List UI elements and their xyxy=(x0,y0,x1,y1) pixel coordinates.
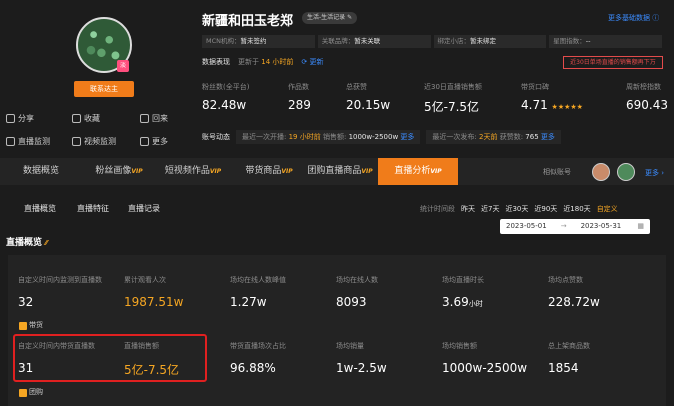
rating-stars: ★★★★★ xyxy=(551,103,583,111)
period-selector: 统计时间段 昨天 近7天 近30天 近90天 近180天 自定义 xyxy=(420,204,618,214)
group-buy-icon xyxy=(19,388,27,397)
shop-info: 绑定小店：暂未绑定 xyxy=(433,35,547,48)
data-performance-row: 数据表现 更新于 14 小时前 ⟳ 更新 xyxy=(202,57,324,67)
stat-cell: 场均在线人数峰值 1.27w xyxy=(230,276,286,309)
metric-works: 作品数 289 xyxy=(288,83,311,112)
similar-more-link[interactable]: 更多 › xyxy=(645,168,664,178)
stat-cell: 场均点赞数 228.72w xyxy=(548,276,600,309)
tab-group-buy[interactable]: 团购直播商品VIP xyxy=(302,158,378,185)
period-30d[interactable]: 近30天 xyxy=(505,204,528,214)
similar-accounts-label: 相似账号 xyxy=(543,168,571,176)
metric-fans: 粉丝数(全平台) 82.48w xyxy=(202,83,250,112)
favorite-button[interactable]: 收藏 xyxy=(72,113,100,124)
tab-short-video[interactable]: 短视频作品VIP xyxy=(160,158,226,185)
stat-cell: 带货直播场次占比 96.88% xyxy=(230,342,286,375)
refresh-button[interactable]: ⟳ 更新 xyxy=(301,57,323,67)
period-yesterday[interactable]: 昨天 xyxy=(461,204,475,214)
metric-index: 周新榜指数 690.43 xyxy=(626,83,668,112)
goods-icon xyxy=(19,321,27,330)
refresh-icon: ⟳ xyxy=(301,58,308,66)
info-bar: MCN机构：暂未签约 关联品牌：暂未关联 绑定小店：暂未绑定 星图指数：-- xyxy=(202,35,662,48)
data-performance-label: 数据表现 xyxy=(202,58,230,66)
period-90d[interactable]: 近90天 xyxy=(534,204,557,214)
video-monitor-button[interactable]: 视频监测 xyxy=(72,136,116,147)
stats-row-1: 自定义时间内监测到直播数 32 累计观看人次 1987.51w 场均在线人数峰值 1.… xyxy=(8,275,644,309)
stat-cell: 场均在线人数 8093 xyxy=(336,276,378,309)
period-7d[interactable]: 近7天 xyxy=(481,204,499,214)
post-more-link[interactable]: 更多 xyxy=(541,133,555,141)
edit-icon: ✎ xyxy=(347,14,353,21)
stat-cell: 自定义时间内监测到直播数 32 xyxy=(18,276,102,309)
account-name: 新疆和田玉老郑 xyxy=(202,14,294,29)
avatar-badge: 淡 xyxy=(117,60,129,72)
tab-overview[interactable]: 数据概览 xyxy=(10,158,72,185)
mcn-info: MCN机构：暂未签约 xyxy=(202,35,315,48)
tab-goods[interactable]: 带货商品VIP xyxy=(234,158,304,185)
tab-live-analysis[interactable]: 直播分析VIP xyxy=(378,158,458,185)
stat-cell: 场均销量 1w-2.5w xyxy=(336,342,387,375)
video-icon xyxy=(72,137,81,146)
more-icon xyxy=(140,137,149,146)
live-more-link[interactable]: 更多 xyxy=(400,133,414,141)
highlight-box xyxy=(13,334,207,382)
similar-account-avatar[interactable] xyxy=(592,163,610,181)
contact-button[interactable]: 联系达主 xyxy=(74,81,134,97)
info-icon: ⓘ xyxy=(652,14,660,22)
share-icon xyxy=(6,114,15,123)
metric-reputation: 带货口碑 4.71 ★★★★★ xyxy=(521,83,583,112)
similar-account-avatar[interactable] xyxy=(617,163,635,181)
period-custom[interactable]: 自定义 xyxy=(597,204,618,214)
category-tag[interactable]: 生活-生活记录 ✎ xyxy=(302,12,358,24)
back-button[interactable]: 回来 xyxy=(140,113,168,124)
date-end[interactable]: 2023-05-31 xyxy=(581,219,622,234)
date-range-picker[interactable]: 2023-05-01 → 2023-05-31 ▦ xyxy=(500,219,650,234)
stat-cell: 场均直播时长 3.69小时 xyxy=(442,276,484,309)
back-icon xyxy=(140,114,149,123)
brand-info: 关联品牌：暂未关联 xyxy=(317,35,431,48)
account-dynamics: 账号动态 最近一次开播: 19 小时前 销售额: 1000w-2500w 更多 … xyxy=(202,130,561,144)
share-button[interactable]: 分享 xyxy=(6,113,34,124)
subtab-live-features[interactable]: 直播特征 xyxy=(77,203,109,214)
subtab-live-records[interactable]: 直播记录 xyxy=(128,203,160,214)
live-monitor-button[interactable]: 直播监测 xyxy=(6,136,50,147)
decor-icon: ⁄⁄ xyxy=(45,239,48,247)
more-actions-button[interactable]: 更多 xyxy=(140,136,168,147)
star-icon xyxy=(72,114,81,123)
chevron-right-icon: › xyxy=(659,169,665,177)
period-180d[interactable]: 近180天 xyxy=(563,204,590,214)
calendar-icon: ▦ xyxy=(637,222,644,230)
subtab-live-overview[interactable]: 直播概览 xyxy=(24,203,56,214)
tag-daihuo: 带货 xyxy=(19,319,47,332)
stat-cell: 总上架商品数 1854 xyxy=(548,342,590,375)
warning-badge: 近30日单场直播的销售额再下万 xyxy=(563,56,663,69)
metric-live-sales: 近30日直播销售额 5亿-7.5亿 xyxy=(424,83,482,114)
date-start[interactable]: 2023-05-01 xyxy=(506,219,547,234)
monitor-icon xyxy=(6,137,15,146)
tag-tuangou: 团购 xyxy=(19,386,47,399)
more-basic-data-link[interactable]: 更多基础数据 ⓘ xyxy=(608,13,659,23)
metric-likes: 总获赞 20.15w xyxy=(346,83,391,112)
stat-cell: 累计观看人次 1987.51w xyxy=(124,276,184,309)
tab-fans[interactable]: 粉丝画像VIP xyxy=(84,158,154,185)
section-title: 直播概览 ⁄⁄ xyxy=(6,238,48,248)
star-index-info: 星图指数：-- xyxy=(549,35,662,48)
stat-cell: 场均销售额 1000w-2500w xyxy=(442,342,528,375)
